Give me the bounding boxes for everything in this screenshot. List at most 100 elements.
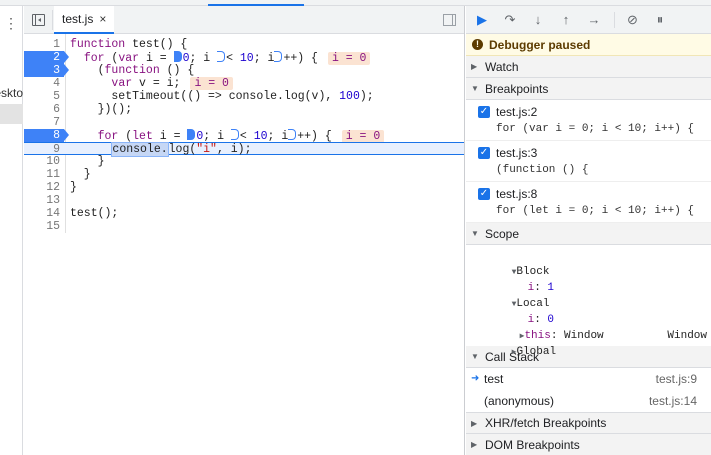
- line-number[interactable]: 15: [24, 220, 64, 233]
- line-number[interactable]: 12: [24, 181, 64, 194]
- breakpoint-source: for (let i = 0; i < 10; i++) {: [496, 205, 695, 217]
- debugger-toolbar: ▶︎ ↷ ↓ ↑ → ⊘ ⏸: [466, 6, 711, 34]
- code-line[interactable]: 7: [24, 116, 464, 129]
- chevron-down-icon: ▼: [471, 84, 479, 93]
- line-number[interactable]: 13: [24, 194, 64, 207]
- navigator-selected-row[interactable]: [0, 104, 23, 124]
- pause-on-exceptions-icon[interactable]: ⏸: [652, 12, 668, 28]
- line-number[interactable]: 1: [24, 38, 64, 51]
- tab-test-js[interactable]: test.js ×: [54, 6, 115, 34]
- tab-label: test.js: [62, 12, 94, 26]
- scope-tree: ▼Block i: 1 ▼Local i: 0 ▶this: Window ▶G…: [466, 245, 711, 358]
- breakpoint-location: test.js:2: [496, 105, 538, 119]
- editor-tabbar: test.js ×: [24, 6, 464, 34]
- inline-value: i = 0: [190, 77, 233, 90]
- code-line[interactable]: 12 }: [24, 181, 464, 194]
- frame-name: (anonymous): [484, 394, 555, 408]
- code-line[interactable]: 15: [24, 220, 464, 233]
- source-editor: test.js × 1 function test() { 2 for (var…: [24, 6, 465, 455]
- inline-breakpoint-icon[interactable]: [217, 51, 226, 62]
- code-text: }: [70, 168, 91, 181]
- scope-block[interactable]: ▼Block: [466, 248, 711, 278]
- code-line[interactable]: 3 (function () {: [24, 64, 464, 77]
- inline-breakpoint-icon[interactable]: [230, 129, 239, 140]
- code-text: })();: [70, 103, 133, 116]
- breakpoint-checkbox[interactable]: ✓: [478, 188, 490, 200]
- section-xhr-breakpoints[interactable]: ▶ XHR/fetch Breakpoints: [466, 412, 711, 434]
- code-line[interactable]: 4 var v = i; i = 0: [24, 77, 464, 90]
- inline-breakpoint-icon[interactable]: [288, 129, 297, 140]
- scope-global[interactable]: ▶Global Window: [466, 328, 711, 358]
- breakpoint-marker[interactable]: 8: [24, 129, 69, 142]
- close-icon[interactable]: ×: [99, 12, 106, 26]
- frame-location[interactable]: test.js:14: [649, 390, 697, 412]
- inline-breakpoint-icon[interactable]: [274, 51, 283, 62]
- scope-variable[interactable]: i: 0: [466, 296, 711, 326]
- tabbar-divider: [52, 10, 53, 30]
- breakpoint-item[interactable]: ✓ test.js:3 (function () {: [466, 141, 711, 182]
- navigator-item-label[interactable]: eskto: [0, 86, 23, 100]
- call-frame[interactable]: ➜ test test.js:9: [466, 368, 711, 390]
- paused-banner: ! Debugger paused: [466, 34, 711, 56]
- line-number[interactable]: 14: [24, 207, 64, 220]
- breakpoint-checkbox[interactable]: ✓: [478, 106, 490, 118]
- section-breakpoints[interactable]: ▼ Breakpoints: [466, 78, 711, 100]
- breakpoint-location: test.js:3: [496, 146, 538, 160]
- line-number[interactable]: 4: [24, 77, 64, 90]
- inline-breakpoint-icon[interactable]: [173, 51, 182, 62]
- code-text: }: [70, 181, 77, 194]
- section-label: Watch: [485, 59, 519, 74]
- code-text: test();: [70, 207, 119, 220]
- current-execution-line[interactable]: 9 console.log("i", i);: [24, 142, 464, 157]
- line-number[interactable]: 6: [24, 103, 64, 116]
- more-options-icon[interactable]: ⋮: [4, 16, 18, 30]
- breakpoint-source: (function () {: [496, 164, 589, 176]
- breakpoint-location: test.js:8: [496, 187, 538, 201]
- line-number[interactable]: 10: [24, 155, 64, 168]
- code-line[interactable]: 6 })();: [24, 103, 464, 116]
- section-scope[interactable]: ▼ Scope: [466, 223, 711, 245]
- line-number[interactable]: 7: [24, 116, 64, 129]
- breakpoint-marker[interactable]: 2: [24, 51, 69, 64]
- code-line[interactable]: 5 setTimeout(() => console.log(v), 100);: [24, 90, 464, 103]
- code-line[interactable]: 8 for (let i = 0; i < 10; i ++) {i = 0: [24, 129, 464, 143]
- call-frame[interactable]: (anonymous) test.js:14: [466, 390, 711, 412]
- code-area[interactable]: 1 function test() { 2 for (var i = 0; i …: [24, 34, 464, 233]
- section-watch[interactable]: ▶ Watch: [466, 56, 711, 78]
- frame-location[interactable]: test.js:9: [656, 368, 697, 390]
- code-line[interactable]: 2 for (var i = 0; i < 10; i ++) {i = 0: [24, 51, 464, 65]
- chevron-right-icon: ▶: [471, 440, 478, 449]
- section-dom-breakpoints[interactable]: ▶ DOM Breakpoints: [466, 434, 711, 455]
- step-out-icon[interactable]: ↑: [558, 12, 574, 28]
- deactivate-breakpoints-icon[interactable]: ⊘: [614, 11, 640, 28]
- section-label: DOM Breakpoints: [485, 437, 580, 452]
- breakpoint-item[interactable]: ✓ test.js:2 for (var i = 0; i < 10; i++)…: [466, 100, 711, 141]
- code-line[interactable]: 14 test();: [24, 207, 464, 220]
- scope-variable[interactable]: ▶this: Window: [466, 312, 711, 342]
- breakpoint-checkbox[interactable]: ✓: [478, 147, 490, 159]
- toggle-navigator-icon[interactable]: [32, 14, 45, 26]
- code-text: setTimeout(() => console.log(v), 100);: [70, 90, 374, 103]
- left-panel: ⋮ eskto: [0, 6, 23, 455]
- section-label: Breakpoints: [485, 81, 549, 96]
- scope-local[interactable]: ▼Local: [466, 280, 711, 310]
- scope-variable[interactable]: i: 1: [466, 264, 711, 294]
- breakpoint-marker[interactable]: 3: [24, 64, 69, 77]
- code-text: (function () {: [70, 64, 195, 77]
- code-line[interactable]: 13: [24, 194, 464, 207]
- step-over-icon[interactable]: ↷: [502, 12, 518, 28]
- code-text: for (let i = 0; i < 10; i ++) {i = 0: [70, 129, 385, 143]
- line-number[interactable]: 11: [24, 168, 64, 181]
- code-text: }: [70, 155, 105, 168]
- code-line[interactable]: 11 }: [24, 168, 464, 181]
- code-line[interactable]: 1 function test() {: [24, 38, 464, 51]
- breakpoint-item[interactable]: ✓ test.js:8 for (let i = 0; i < 10; i++)…: [466, 182, 711, 223]
- resume-icon[interactable]: ▶︎: [474, 12, 490, 28]
- inline-breakpoint-icon[interactable]: [187, 129, 196, 140]
- breakpoint-source: for (var i = 0; i < 10; i++) {: [496, 123, 695, 135]
- step-into-icon[interactable]: ↓: [530, 12, 546, 28]
- line-number[interactable]: 5: [24, 90, 64, 103]
- code-line[interactable]: 10 }: [24, 155, 464, 168]
- step-icon[interactable]: →: [586, 12, 602, 28]
- toggle-debugger-icon[interactable]: [443, 14, 456, 26]
